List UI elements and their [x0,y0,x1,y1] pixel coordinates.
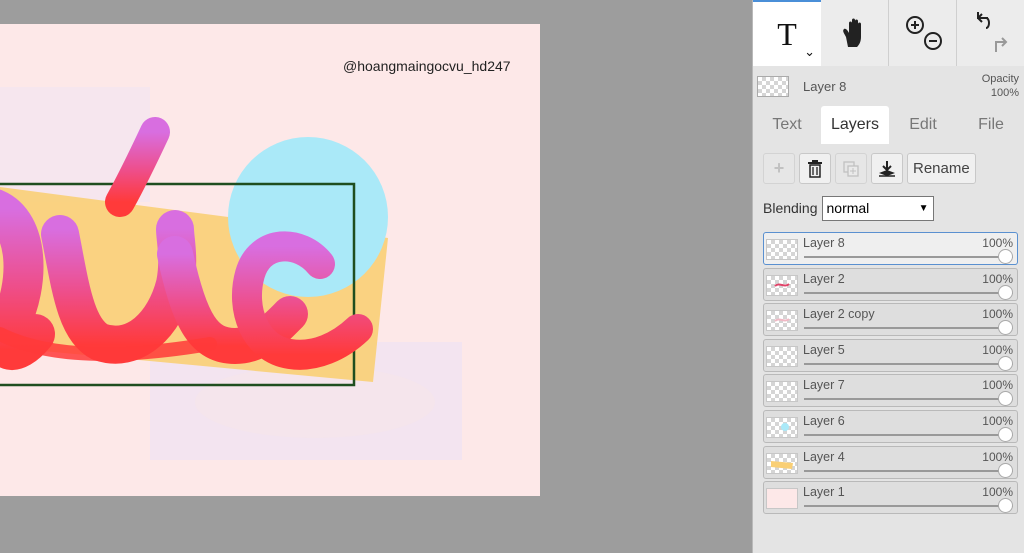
redo-icon[interactable] [995,37,1008,52]
layer-opacity-slider[interactable] [804,256,1013,258]
slider-handle[interactable] [998,426,1013,442]
current-layer-name: Layer 8 [803,79,847,94]
layer-opacity-slider[interactable] [804,505,1013,508]
opacity-readout[interactable]: Opacity 100% [982,72,1019,100]
chevron-down-icon: ▼ [918,202,929,214]
tab-file[interactable]: File [957,106,1024,144]
layer-row[interactable]: Layer 4 100% [763,445,1018,479]
opacity-label: Opacity [981,73,1019,85]
layer-opacity-slider[interactable] [804,398,1013,401]
layer-name: Layer 6 [803,413,845,428]
text-tool-button[interactable]: T ⌄ [753,0,821,66]
blending-label: Blending [763,200,818,216]
slider-handle[interactable] [998,462,1013,478]
text-tool-icon: T [777,15,797,52]
hand-tool-button[interactable] [821,0,889,66]
artboard[interactable]: @hoangmaingocvu_hd247 [0,24,540,496]
layer-name: Layer 5 [803,342,845,357]
layer-opacity-slider[interactable] [804,433,1013,436]
layer-name: Layer 1 [803,485,845,500]
layer-row[interactable]: Layer 1 100% [763,481,1018,515]
toolbar: T ⌄ [753,0,1024,66]
layer-opacity-slider[interactable] [804,469,1013,472]
right-panel: T ⌄ Layer 8 Opacity 100% Text Layers Edi… [752,0,1024,553]
layer-opacity-slider[interactable] [804,362,1013,365]
layer-thumbnail [766,452,798,474]
layer-row[interactable]: Layer 2 100% [763,267,1018,301]
current-layer-thumbnail [757,76,789,97]
merge-down-button[interactable] [871,153,903,184]
layer-row[interactable]: Layer 6 100% [763,409,1018,443]
rename-layer-button[interactable]: Rename [907,153,976,184]
layer-row[interactable]: Layer 8 100% [763,232,1018,265]
tab-layers[interactable]: Layers [821,106,889,144]
delete-layer-button[interactable] [799,153,831,184]
layer-thumbnail [766,310,798,332]
layer-opacity: 100% [982,449,1013,464]
artwork [0,87,462,460]
bg-oval [195,366,435,438]
chevron-down-icon[interactable]: ⌄ [804,44,815,60]
opacity-value: 100% [990,87,1019,99]
plus-icon: + [773,158,785,178]
current-layer-info: Layer 8 Opacity 100% [753,66,1024,106]
layer-opacity: 100% [982,271,1013,286]
duplicate-icon [843,160,859,177]
layer-thumbnail [766,239,798,260]
trash-icon [808,159,822,178]
slider-handle[interactable] [998,320,1013,336]
hand-icon [842,18,861,47]
blending-row: Blending normal ▼ [763,195,934,221]
panel-tabs: Text Layers Edit File [753,106,1024,144]
layer-row[interactable]: Layer 7 100% [763,374,1018,408]
slider-handle[interactable] [998,498,1013,514]
layer-opacity: 100% [982,307,1013,322]
layer-opacity-slider[interactable] [804,291,1013,294]
blending-select[interactable]: normal ▼ [821,195,934,221]
layer-thumbnail [766,345,798,367]
tab-edit[interactable]: Edit [889,106,957,144]
layer-opacity-slider[interactable] [804,327,1013,330]
slider-handle[interactable] [998,249,1013,264]
zoom-out-icon[interactable] [923,32,942,50]
add-layer-button[interactable]: + [763,153,795,184]
zoom-tool-button[interactable] [889,0,957,66]
layer-opacity: 100% [982,342,1013,357]
layer-row[interactable]: Layer 5 100% [763,338,1018,372]
layer-name: Layer 4 [803,449,845,464]
layer-name: Layer 2 copy [803,307,875,322]
slider-handle[interactable] [998,284,1013,300]
tab-text[interactable]: Text [753,106,821,144]
zoom-in-icon[interactable] [905,16,924,34]
blending-value: normal [826,200,870,216]
layer-thumbnail [766,488,798,510]
duplicate-layer-button[interactable] [835,153,867,184]
layer-name: Layer 8 [803,236,845,250]
layer-opacity: 100% [982,413,1013,428]
undo-icon[interactable] [977,12,990,29]
merge-down-icon [879,160,895,177]
layer-thumbnail [766,416,798,438]
watermark-text: @hoangmaingocvu_hd247 [343,58,511,74]
slider-handle[interactable] [998,391,1013,407]
layer-opacity: 100% [982,236,1013,250]
canvas-workspace[interactable]: @hoangmaingocvu_hd247 [0,0,752,553]
slider-handle[interactable] [998,355,1013,371]
layer-controls: + Rename [763,153,976,185]
layer-list: Layer 8 100% Layer 2 100% Layer 2 copy 1… [763,232,1018,517]
undo-redo-group [957,0,1024,66]
layer-row[interactable]: Layer 2 copy 100% [763,303,1018,337]
layer-name: Layer 2 [803,271,845,286]
layer-thumbnail [766,381,798,403]
layer-name: Layer 7 [803,378,845,393]
layer-thumbnail [766,274,798,296]
layer-opacity: 100% [982,485,1013,500]
layer-opacity: 100% [982,378,1013,393]
